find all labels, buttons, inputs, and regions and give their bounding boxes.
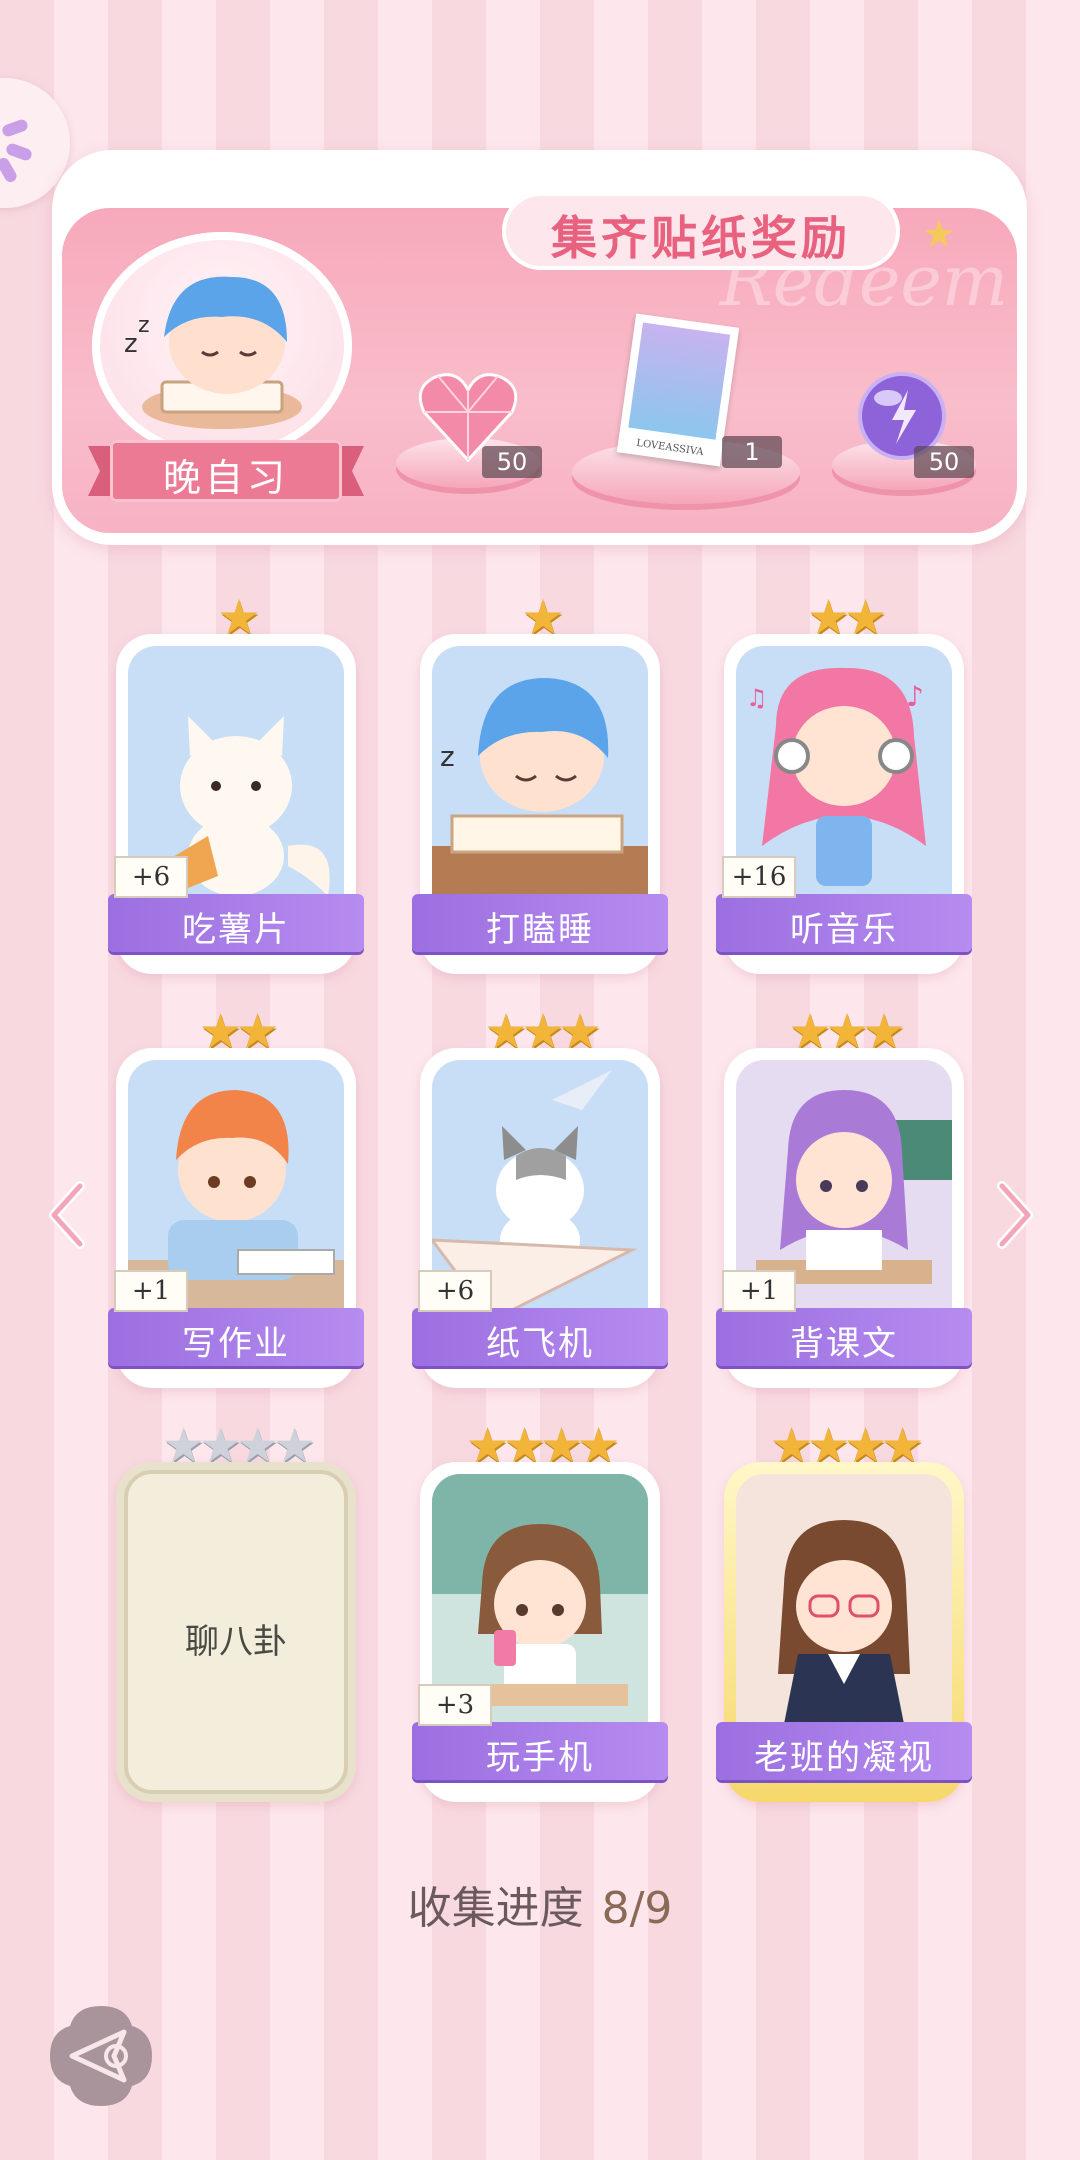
sticker-bonus: +16 (722, 856, 796, 898)
theme-avatar: z z (92, 232, 352, 460)
svg-text:z: z (124, 329, 138, 359)
sticker-name: 写作业 (182, 1324, 290, 1364)
flower-icon (0, 117, 30, 139)
sticker-bonus: +3 (418, 1684, 492, 1726)
reward-count: 1 (722, 436, 782, 468)
sticker-name: 玩手机 (486, 1738, 594, 1778)
sticker-card-paper-plane[interactable]: ★★★ 纸飞机 +6 (412, 1004, 668, 1388)
reward-count: 50 (482, 446, 542, 478)
progress-value: 8/9 (601, 1883, 673, 1934)
postcard-icon[interactable]: LOVEASSIVA (616, 313, 740, 467)
sticker-card-teacher-gaze[interactable]: ★★★★ 老班的凝视 (716, 1418, 972, 1802)
sticker-bonus: +6 (418, 1270, 492, 1312)
sticker-name: 聊八卦 (185, 1622, 287, 1662)
sticker-card-gossip-locked[interactable]: ★★★★ 聊八卦 (116, 1418, 356, 1802)
reward-count: 50 (914, 446, 974, 478)
reward-title-bubble: 集齐贴纸奖励 (502, 192, 900, 270)
sticker-name: 背课文 (790, 1324, 898, 1364)
svg-text:♪: ♪ (906, 680, 924, 713)
sticker-bonus: +6 (114, 856, 188, 898)
sticker-name: 听音乐 (790, 910, 898, 950)
collection-progress: 收集进度 8/9 (0, 1872, 1080, 1936)
svg-text:z: z (138, 313, 150, 338)
sticker-card-recite[interactable]: ★★★ 背课文 +1 (716, 1004, 972, 1388)
svg-text:z: z (440, 740, 455, 773)
sticker-card-nap[interactable]: ★ z 打瞌睡 (412, 590, 668, 974)
yellow-star-icon: ★ (922, 212, 957, 256)
sticker-card-music[interactable]: ★★ ♪ ♫ 听音乐 +16 (716, 590, 972, 974)
reward-title: 集齐贴纸奖励 (551, 211, 851, 265)
sticker-name: 纸飞机 (486, 1324, 594, 1364)
sticker-name: 打瞌睡 (486, 910, 594, 950)
back-button[interactable] (46, 2002, 156, 2110)
svg-text:♫: ♫ (746, 684, 768, 712)
sticker-card-chips[interactable]: ★ 吃薯片 +6 (108, 590, 364, 974)
sticker-card-homework[interactable]: ★★ 写作业 +1 (108, 1004, 364, 1388)
progress-label: 收集进度 (407, 1883, 584, 1934)
sticker-card-phone[interactable]: ★★★★ 玩手机 +3 (412, 1418, 668, 1802)
sticker-name: 老班的凝视 (754, 1738, 934, 1778)
sticker-name: 吃薯片 (182, 910, 290, 950)
theme-ribbon: 晚自习 (88, 440, 364, 502)
sticker-bonus: +1 (114, 1270, 188, 1312)
sleeping-boy-avatar-icon: z z (124, 276, 302, 429)
prev-page-arrow-icon[interactable] (46, 1180, 86, 1250)
next-page-arrow-icon[interactable] (996, 1180, 1036, 1250)
sticker-bonus: +1 (722, 1270, 796, 1312)
locked-card-icon: 聊八卦 (124, 1470, 348, 1794)
theme-label: 晚自习 (162, 456, 289, 500)
